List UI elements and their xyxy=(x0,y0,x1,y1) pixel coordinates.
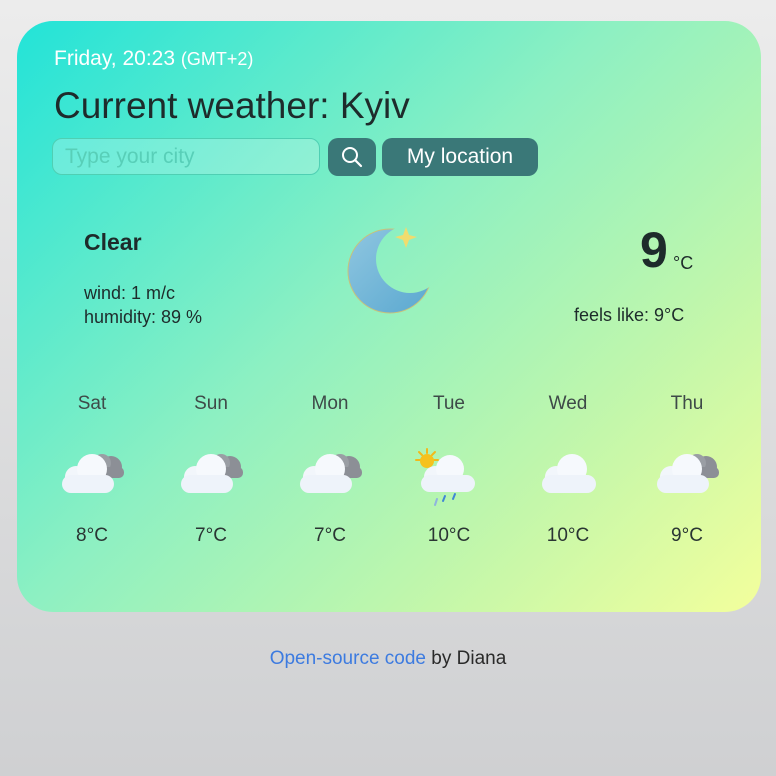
temperature-unit: °C xyxy=(673,253,694,273)
forecast-day: Sun 7°C xyxy=(152,393,270,547)
date-time: Friday, 20:23 (GMT+2) xyxy=(54,47,253,71)
weather-card: Friday, 20:23 (GMT+2) Current weather: K… xyxy=(17,21,761,612)
forecast-day: Wed 10°C xyxy=(509,393,627,547)
forecast-day-temp: 7°C xyxy=(314,525,346,546)
forecast-day: Mon 7°C xyxy=(271,393,389,547)
moon-star-icon xyxy=(347,227,433,314)
forecast-day-name: Wed xyxy=(548,393,588,414)
forecast-day: Tue 10°C xyxy=(390,393,508,547)
forecast-day: Sat 8°C xyxy=(33,393,151,547)
forecast-day-temp: 7°C xyxy=(195,525,227,546)
city-search-input[interactable] xyxy=(52,138,320,175)
sun-cloud-rain-icon xyxy=(415,448,475,506)
forecast-day-temp: 8°C xyxy=(76,525,108,546)
source-code-link[interactable]: Open-source code xyxy=(270,648,426,669)
cloud-dark-cloud-icon xyxy=(300,454,362,493)
forecast-day-temp: 10°C xyxy=(546,525,590,546)
day-time-text: Friday, 20:23 xyxy=(54,47,176,70)
forecast-day-name: Tue xyxy=(432,393,466,414)
cloud-dark-cloud-icon xyxy=(181,454,243,493)
forecast-day-name: Thu xyxy=(670,393,704,414)
page-title: Current weather: Kyiv xyxy=(54,85,410,126)
forecast-day-temp: 10°C xyxy=(427,525,471,546)
forecast-list: Sat 8°C Sun 7°C Mon 7°C Tue 10°C Wed 10°… xyxy=(33,393,753,546)
forecast-day-name: Sat xyxy=(77,393,107,414)
humidity-text: humidity: 89 % xyxy=(84,307,203,327)
timezone-text: (GMT+2) xyxy=(180,49,254,69)
cloud-icon xyxy=(542,454,596,493)
search-icon xyxy=(342,147,363,168)
forecast-day: Thu 9°C xyxy=(628,393,746,547)
author-text: by Diana xyxy=(426,648,507,669)
cloud-dark-cloud-icon xyxy=(62,454,124,493)
my-location-button[interactable]: My location xyxy=(382,138,538,176)
forecast-day-temp: 9°C xyxy=(671,525,703,546)
search-button[interactable] xyxy=(328,138,376,176)
forecast-day-name: Mon xyxy=(311,393,349,414)
footer: Open-source code by Diana xyxy=(0,648,776,670)
cloud-dark-cloud-icon xyxy=(657,454,719,493)
wind-text: wind: 1 m/c xyxy=(84,283,176,303)
weather-condition: Clear xyxy=(84,229,142,255)
feels-like-text: feels like: 9°C xyxy=(574,305,685,325)
forecast-day-name: Sun xyxy=(194,393,228,414)
current-temperature: 9 xyxy=(640,222,668,278)
